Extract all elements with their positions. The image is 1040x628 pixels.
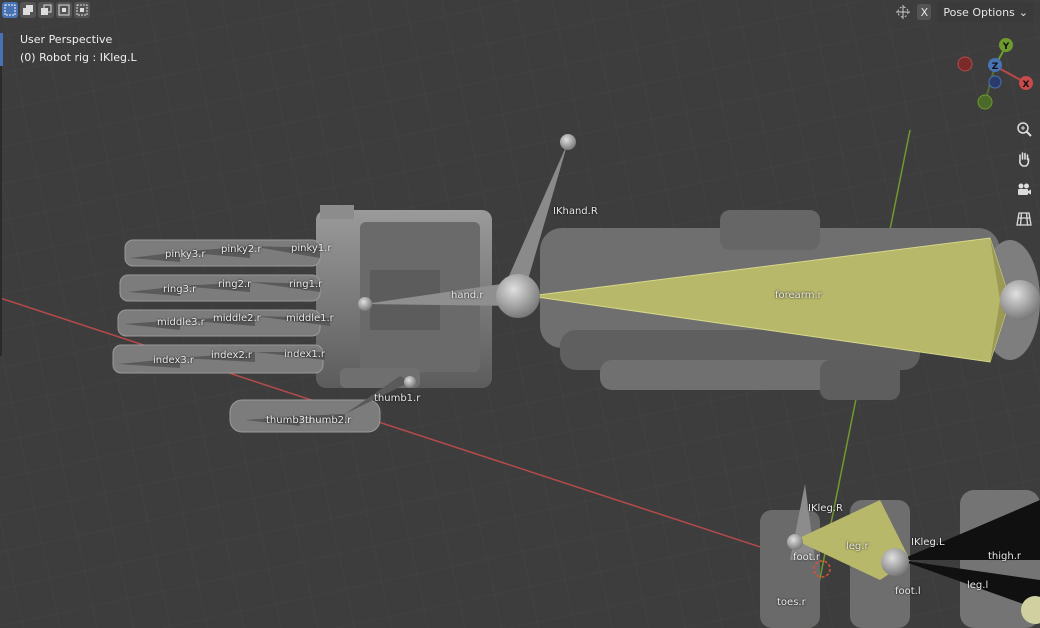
gizmo-neg-x[interactable] xyxy=(957,56,973,72)
hand-joint[interactable] xyxy=(496,274,540,318)
active-object-indicator xyxy=(0,33,3,66)
select-invert-button[interactable] xyxy=(56,2,72,18)
x-mirror-button[interactable]: X xyxy=(917,4,932,20)
grid-view-icon xyxy=(1016,212,1032,226)
foot-joint[interactable] xyxy=(787,534,803,550)
transform-pivot-icon[interactable] xyxy=(895,4,911,20)
wrist-joint[interactable] xyxy=(358,297,372,311)
thumb-joint[interactable] xyxy=(404,376,416,388)
select-extend-button[interactable] xyxy=(20,2,36,18)
3d-viewport[interactable]: IKhand.R hand.r forearm.r pinky3.r pinky… xyxy=(0,0,1040,628)
navigation-gizmo[interactable]: Y Z X xyxy=(950,34,1040,114)
zoom-icon xyxy=(1017,122,1032,137)
bone-label-index3: index3.r xyxy=(153,355,195,366)
ikhand-joint[interactable] xyxy=(560,134,576,150)
select-subtract-icon xyxy=(41,4,52,15)
viewport-canvas xyxy=(0,0,1040,628)
gizmo-y-label: Y xyxy=(1002,42,1010,52)
select-extend-icon xyxy=(23,5,33,15)
bone-label-toes-r: toes.r xyxy=(777,597,806,608)
bone-label-ring1: ring1.r xyxy=(289,279,323,290)
hand-pan-icon xyxy=(1019,152,1030,167)
bone-label-foot-l: foot.l xyxy=(895,586,921,597)
bone-label-ikleg-r: IKleg.R xyxy=(808,503,843,514)
bone-label-forearm: forearm.r xyxy=(775,290,822,301)
chevron-down-icon: ⌄ xyxy=(1018,5,1028,19)
bone-label-ikleg-l: IKleg.L xyxy=(911,537,945,548)
bone-label-thumb2: thumb2.r xyxy=(305,415,352,426)
select-new-icon xyxy=(4,4,16,16)
select-new-button[interactable] xyxy=(2,2,18,18)
pose-options-label: Pose Options xyxy=(943,5,1015,19)
active-object-label: (0) Robot rig : IKleg.L xyxy=(20,51,137,64)
bone-label-foot-r: foot.r xyxy=(793,552,820,563)
select-intersect-button[interactable] xyxy=(74,2,90,18)
pan-button[interactable] xyxy=(1012,147,1036,171)
bone-label-middle1: middle1.r xyxy=(286,313,334,324)
bone-label-ikhand: IKhand.R xyxy=(553,206,598,217)
camera-view-button[interactable] xyxy=(1012,177,1036,201)
select-intersect-icon xyxy=(76,4,88,16)
pose-options-dropdown[interactable]: Pose Options ⌄ xyxy=(937,2,1034,22)
camera-icon xyxy=(1018,183,1031,195)
bone-label-pinky3: pinky3.r xyxy=(165,249,206,260)
bone-label-ring2: ring2.r xyxy=(218,279,252,290)
view-perspective-label: User Perspective xyxy=(20,33,113,46)
gizmo-neg-z[interactable] xyxy=(988,75,1002,89)
select-invert-icon xyxy=(58,4,70,16)
ortho-toggle-button[interactable] xyxy=(1012,207,1036,231)
elbow-joint[interactable] xyxy=(1000,280,1040,320)
leg-joint[interactable] xyxy=(881,548,909,576)
bone-label-thigh-r: thigh.r xyxy=(988,551,1022,562)
bone-label-pinky2: pinky2.r xyxy=(221,244,262,255)
selection-mode-toolbar xyxy=(0,0,92,28)
header-right: X Pose Options ⌄ xyxy=(895,0,1040,24)
gizmo-neg-y[interactable] xyxy=(977,94,993,110)
bone-label-hand: hand.r xyxy=(451,290,484,301)
gizmo-x-label: X xyxy=(1023,80,1030,90)
zoom-button[interactable] xyxy=(1012,117,1036,141)
bone-label-leg-l: leg.l xyxy=(967,580,989,591)
gizmo-z-label: Z xyxy=(992,62,999,72)
bone-label-pinky1: pinky1.r xyxy=(291,243,332,254)
select-subtract-button[interactable] xyxy=(38,2,54,18)
left-toolbar-edge xyxy=(0,66,2,356)
bone-label-middle2: middle2.r xyxy=(213,313,261,324)
bone-label-leg-r: leg.r xyxy=(846,541,869,552)
bone-label-index2: index2.r xyxy=(211,350,253,361)
bone-label-index1: index1.r xyxy=(284,349,326,360)
bone-label-thumb1: thumb1.r xyxy=(374,393,421,404)
bone-label-middle3: middle3.r xyxy=(157,317,205,328)
bone-label-ring3: ring3.r xyxy=(163,284,197,295)
